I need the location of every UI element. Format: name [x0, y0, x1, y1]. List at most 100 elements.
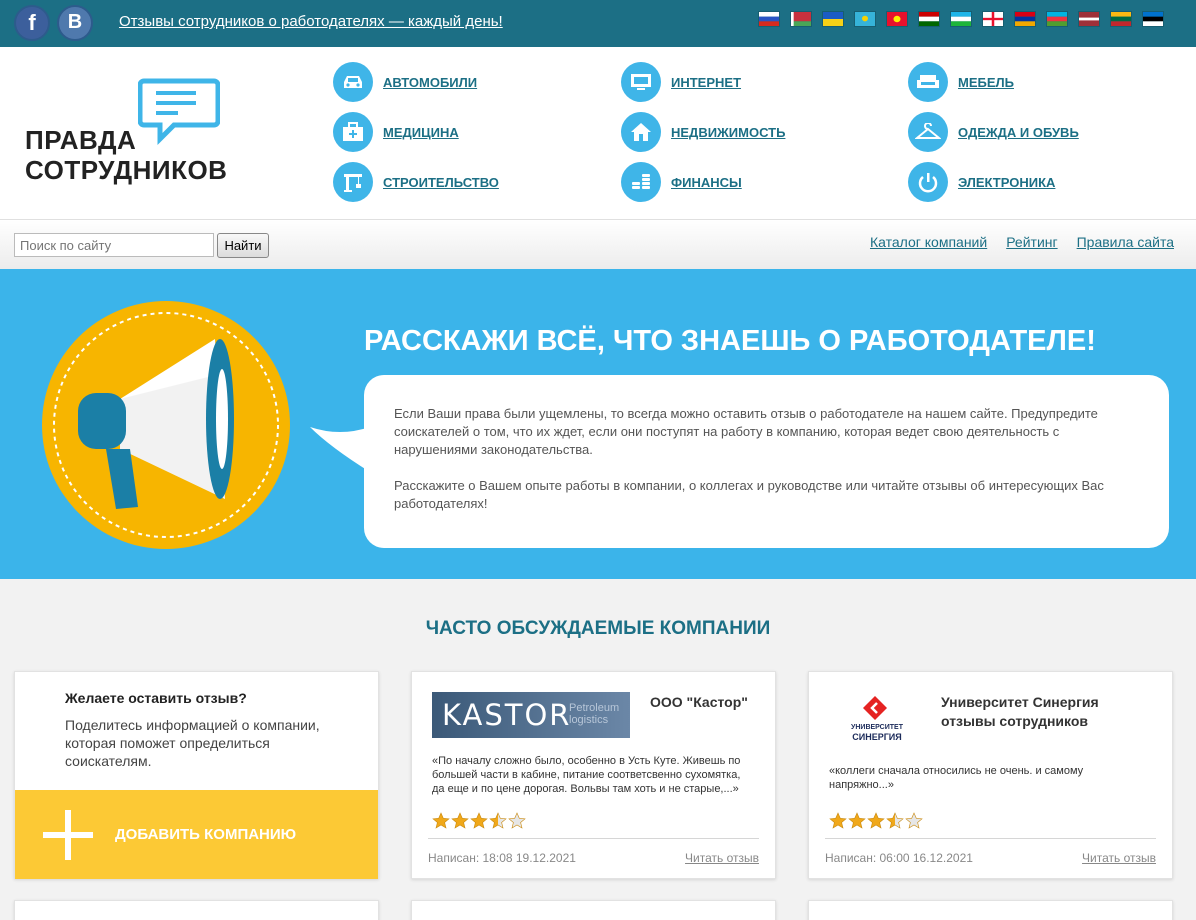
monitor-icon	[621, 62, 661, 102]
add-card-description: Поделитесь информацией о компании, котор…	[65, 717, 320, 769]
flag-ge-icon[interactable]	[982, 11, 1004, 27]
category-clothing[interactable]: Одежда и обувь	[908, 112, 1079, 152]
flag-lt-icon[interactable]	[1110, 11, 1132, 27]
star-icon	[470, 812, 488, 829]
medkit-icon	[333, 112, 373, 152]
power-icon	[908, 162, 948, 202]
flag-kz-icon[interactable]	[854, 11, 876, 27]
category-label[interactable]: Одежда и обувь	[958, 125, 1079, 140]
category-internet[interactable]: Интернет	[621, 62, 741, 102]
review-date: Написан: 06:00 16.12.2021	[825, 851, 973, 865]
company-logo[interactable]: KASTOR Petroleum logistics	[432, 692, 630, 738]
category-label[interactable]: Строительство	[383, 175, 499, 190]
section-title: ЧАСТО ОБСУЖДАЕМЫЕ КОМПАНИИ	[425, 618, 771, 639]
read-review-link[interactable]: Читать отзыв	[1082, 851, 1156, 865]
hero-banner: РАССКАЖИ ВСЁ, ЧТО ЗНАЕШЬ О РАБОТОДАТЕЛЕ!…	[0, 269, 1196, 579]
rating-stars	[829, 812, 923, 830]
flag-kg-icon[interactable]	[886, 11, 908, 27]
star-icon	[886, 812, 904, 829]
logo-sub-text: Petroleum logistics	[569, 702, 619, 726]
company-card-partial	[808, 900, 1173, 920]
logo-sub-2: logistics	[569, 714, 609, 726]
nav-rules-link[interactable]: Правила сайта	[1077, 234, 1174, 250]
star-icon	[432, 812, 450, 829]
synergy-logo-icon[interactable]	[847, 692, 907, 752]
main-nav: Каталог компаний Рейтинг Правила сайта	[870, 234, 1174, 250]
crane-icon	[333, 162, 373, 202]
hero-title: РАССКАЖИ ВСЁ, ЧТО ЗНАЕШЬ О РАБОТОДАТЕЛЕ!	[364, 325, 1096, 357]
category-label[interactable]: Финансы	[671, 175, 742, 190]
flag-ru-icon[interactable]	[758, 11, 780, 27]
top-bar: f B Отзывы сотрудников о работодателях —…	[0, 0, 1196, 47]
flag-lv-icon[interactable]	[1078, 11, 1100, 27]
search-input[interactable]	[14, 233, 214, 257]
flag-am-icon[interactable]	[1014, 11, 1036, 27]
tagline-link[interactable]: Отзывы сотрудников о работодателях — каж…	[119, 13, 503, 30]
company-name-link[interactable]: Университет Синергия отзывы сотрудников	[941, 693, 1141, 731]
review-date: Написан: 18:08 19.12.2021	[428, 851, 576, 865]
star-icon	[867, 812, 885, 829]
category-label[interactable]: Интернет	[671, 75, 741, 90]
category-medicine[interactable]: Медицина	[333, 112, 459, 152]
category-construction[interactable]: Строительство	[333, 162, 499, 202]
coins-icon	[621, 162, 661, 202]
category-finance[interactable]: Финансы	[621, 162, 742, 202]
hero-text-bubble: Если Ваши права были ущемлены, то всегда…	[364, 375, 1169, 548]
add-card-question: Желаете оставить отзыв?	[65, 690, 247, 706]
search-button[interactable]: Найти	[217, 233, 269, 258]
card-divider	[825, 838, 1156, 839]
category-electronics[interactable]: Электроника	[908, 162, 1055, 202]
logo-line-2: СИНЕРГИЯ	[852, 732, 902, 742]
company-card: УНИВЕРСИТЕТ СИНЕРГИЯ Университет Синерги…	[808, 671, 1173, 879]
synergy-logo-text: УНИВЕРСИТЕТ СИНЕРГИЯ	[849, 724, 905, 742]
vk-icon[interactable]: B	[57, 5, 93, 41]
category-label[interactable]: Медицина	[383, 125, 459, 140]
category-furniture[interactable]: Мебель	[908, 62, 1014, 102]
company-card-partial	[14, 900, 379, 920]
company-card-partial	[411, 900, 776, 920]
flag-ua-icon[interactable]	[822, 11, 844, 27]
sofa-icon	[908, 62, 948, 102]
star-icon	[905, 812, 923, 829]
site-header: ПРАВДА СОТРУДНИКОВ Автомобили Интернет М…	[0, 47, 1196, 219]
search-bar: Найти Каталог компаний Рейтинг Правила с…	[0, 219, 1196, 269]
category-label[interactable]: Автомобили	[383, 75, 477, 90]
star-icon	[848, 812, 866, 829]
company-name-link[interactable]: ООО "Кастор"	[650, 693, 760, 712]
facebook-icon[interactable]: f	[14, 5, 50, 41]
car-icon	[333, 62, 373, 102]
star-icon	[829, 812, 847, 829]
megaphone-icon	[42, 301, 290, 549]
house-icon	[621, 112, 661, 152]
logo-sub-1: Petroleum	[569, 702, 620, 714]
hero-paragraph-1: Если Ваши права были ущемлены, то всегда…	[394, 406, 1098, 457]
logo-line-1: УНИВЕРСИТЕТ	[851, 724, 903, 731]
flag-tj-icon[interactable]	[918, 11, 940, 27]
hero-paragraph-2: Расскажите о Вашем опыте работы в компан…	[394, 478, 1104, 511]
category-label[interactable]: Недвижимость	[671, 125, 785, 140]
nav-catalog-link[interactable]: Каталог компаний	[870, 234, 987, 250]
category-label[interactable]: Электроника	[958, 175, 1055, 190]
plus-icon	[43, 809, 93, 860]
review-excerpt: «По началу сложно было, особенно в Усть …	[432, 755, 741, 795]
review-excerpt: «коллеги сначала относились не очень. и …	[829, 765, 1084, 791]
nav-rating-link[interactable]: Рейтинг	[1006, 234, 1057, 250]
logo-main-text: KASTOR	[442, 698, 572, 732]
category-cars[interactable]: Автомобили	[333, 62, 477, 102]
flag-ee-icon[interactable]	[1142, 11, 1164, 27]
hanger-icon	[908, 112, 948, 152]
add-company-button[interactable]: Добавить компанию	[15, 790, 378, 879]
logo-line2: СОТРУДНИКОВ	[25, 155, 228, 185]
logo-line1: ПРАВДА	[25, 125, 137, 155]
flag-by-icon[interactable]	[790, 11, 812, 27]
add-company-label: Добавить компанию	[115, 826, 297, 843]
speech-tail	[310, 427, 370, 472]
category-real-estate[interactable]: Недвижимость	[621, 112, 785, 152]
read-review-link[interactable]: Читать отзыв	[685, 851, 759, 865]
flag-uz-icon[interactable]	[950, 11, 972, 27]
flag-az-icon[interactable]	[1046, 11, 1068, 27]
category-label[interactable]: Мебель	[958, 75, 1014, 90]
site-logo[interactable]: ПРАВДА СОТРУДНИКОВ	[25, 125, 227, 185]
country-flags	[758, 11, 1164, 27]
card-divider	[428, 838, 759, 839]
